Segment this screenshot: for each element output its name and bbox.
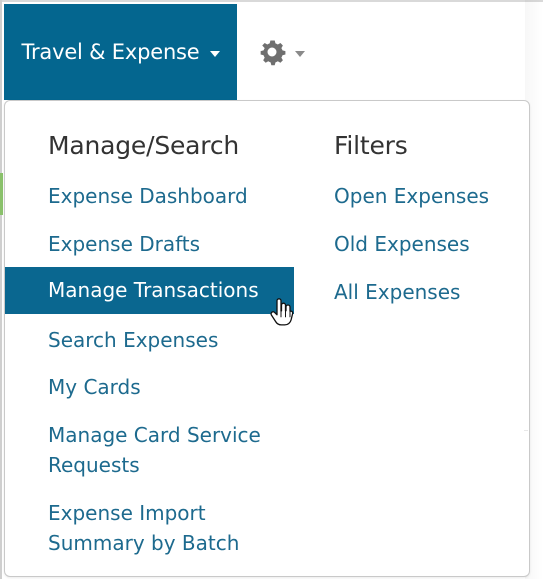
menu-item-my-cards[interactable]: My Cards bbox=[48, 372, 141, 402]
menu-item-search-expenses[interactable]: Search Expenses bbox=[48, 325, 218, 355]
top-navigation: Travel & Expense bbox=[4, 4, 543, 100]
menu-item-expense-import-summary-by-batch[interactable]: Expense Import Summary by Batch bbox=[48, 498, 288, 558]
expense-dropdown-menu: Manage/Search Expense Dashboard Expense … bbox=[4, 100, 530, 577]
travel-expense-menu-button[interactable]: Travel & Expense bbox=[4, 4, 237, 100]
menu-item-expense-dashboard[interactable]: Expense Dashboard bbox=[48, 181, 248, 211]
manage-transactions-label: Manage Transactions bbox=[48, 278, 259, 302]
chevron-down-icon bbox=[209, 50, 220, 57]
chevron-down-icon bbox=[295, 50, 305, 57]
background-divider bbox=[524, 430, 528, 431]
menu-item-expense-drafts[interactable]: Expense Drafts bbox=[48, 229, 200, 259]
top-border bbox=[0, 0, 543, 2]
left-border bbox=[0, 0, 2, 579]
manage-search-column: Manage/Search Expense Dashboard Expense … bbox=[5, 101, 294, 576]
menu-item-open-expenses[interactable]: Open Expenses bbox=[334, 181, 489, 211]
filters-column: Filters Open Expenses Old Expenses All E… bbox=[334, 101, 524, 576]
menu-item-all-expenses[interactable]: All Expenses bbox=[334, 277, 460, 307]
menu-item-old-expenses[interactable]: Old Expenses bbox=[334, 229, 470, 259]
menu-item-manage-transactions[interactable]: Manage Transactions bbox=[5, 267, 294, 314]
manage-search-heading: Manage/Search bbox=[48, 131, 240, 160]
expense-menu-screen: Travel & Expense Manage/Search Expense D… bbox=[0, 0, 543, 579]
travel-expense-label: Travel & Expense bbox=[21, 40, 200, 64]
background-accent bbox=[0, 173, 3, 215]
gear-icon bbox=[260, 40, 286, 66]
settings-menu-button[interactable] bbox=[257, 4, 305, 100]
menu-item-manage-card-service-requests[interactable]: Manage Card Service Requests bbox=[48, 420, 288, 480]
filters-heading: Filters bbox=[334, 131, 408, 160]
